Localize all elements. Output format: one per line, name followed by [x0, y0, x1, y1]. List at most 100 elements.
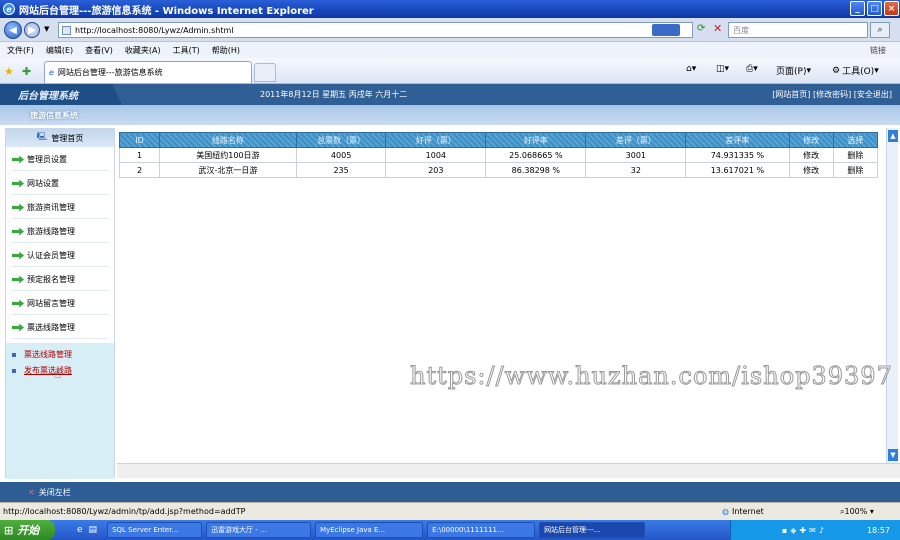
cell-route: 武汉-北京一日游 [159, 162, 297, 178]
sidebar-item-news[interactable]: 旅游资讯管理 [12, 197, 108, 219]
compatibility-icon[interactable] [652, 24, 680, 36]
tab-label: 网站后台管理---旅游信息系统 [57, 68, 163, 77]
minimize-button[interactable]: _ [850, 1, 865, 16]
feeds-icon[interactable]: ◫▾ [716, 64, 729, 74]
status-bar: http://localhost:8080/Lywz/admin/tp/add.… [0, 502, 900, 520]
cell-total: 4005 [295, 147, 387, 163]
cell-good: 203 [385, 162, 487, 178]
sidebar-item-label: 旅游线路管理 [27, 227, 75, 236]
links-label[interactable]: 链接 [870, 45, 886, 56]
back-button[interactable]: ◀ [4, 21, 22, 39]
address-text: http://localhost:8080/Lywz/Admin.shtml [75, 25, 234, 35]
favorites-star-icon[interactable]: ★ [4, 65, 14, 78]
edit-link[interactable]: 修改 [788, 162, 834, 178]
hand-cursor-icon: ☝ [54, 367, 62, 381]
tools-menu-label: 工具(O) [842, 67, 875, 77]
history-dropdown-icon[interactable]: ▼ [44, 25, 49, 33]
green-arrow-icon [12, 299, 24, 308]
sidebar-item-voting[interactable]: 票选线路管理 [12, 317, 108, 339]
add-favorites-icon[interactable]: ✚ [22, 65, 31, 78]
close-sidebar-bar[interactable]: ✕ 关闭左栏 [0, 482, 900, 502]
table-row: 2 武汉-北京一日游 235 203 86.38298 % 32 13.6170… [119, 162, 879, 178]
windows-logo-icon: ⊞ [4, 523, 14, 537]
menu-help[interactable]: 帮助(H) [212, 45, 240, 56]
scroll-down-icon[interactable]: ▼ [888, 449, 898, 461]
green-arrow-icon [12, 179, 24, 188]
menu-edit[interactable]: 编辑(E) [46, 45, 73, 56]
cell-bad-rate: 13.617021 % [685, 162, 790, 178]
vertical-scrollbar[interactable]: ▲ ▼ [886, 128, 898, 463]
task-sql-server[interactable]: SQL Server Enter... [107, 522, 203, 538]
close-button[interactable]: × [884, 1, 899, 16]
sidebar-item-label: 旅游资讯管理 [27, 203, 75, 212]
tray-icons[interactable]: ▪◈✚✉♪ [782, 526, 827, 535]
window-titlebar: e 网站后台管理---旅游信息系统 - Windows Internet Exp… [0, 0, 900, 18]
col-edit: 修改 [788, 132, 834, 148]
new-tab-button[interactable] [254, 63, 276, 82]
tools-menu[interactable]: ⚙ 工具(O) ▾ [832, 64, 879, 78]
table-row: 1 美国纽约100日游 4005 1004 25.068665 % 3001 7… [119, 147, 879, 163]
sidebar-item-members[interactable]: 认证会员管理 [12, 245, 108, 267]
refresh-icon[interactable]: ⟳ [697, 23, 705, 34]
maximize-button[interactable]: □ [867, 1, 882, 16]
cell-id: 2 [119, 162, 160, 178]
sidebar-item-label: 票选线路管理 [27, 323, 75, 332]
sublink-vote-publish[interactable]: 发布票选线路 [12, 365, 72, 376]
task-myeclipse[interactable]: MyEclipse Java E... [315, 522, 424, 538]
sidebar-item-admin[interactable]: 管理员设置 [12, 149, 108, 171]
sidebar-sublist: 票选线路管理 发布票选线路 ☝ [6, 343, 114, 479]
table-header-row: ID 线路名称 总票数（票） 好评（票） 好评率 差评（票） 差评率 修改 选择 [119, 132, 879, 148]
bullet-icon [12, 352, 16, 357]
sidebar-item-site[interactable]: 网站设置 [12, 173, 108, 195]
sidebar-item-bookings[interactable]: 预定报名管理 [12, 269, 108, 291]
zoom-control[interactable]: ⌕100% ▾ [840, 507, 874, 517]
sidebar-home[interactable]: 🖳 管理首页 [6, 129, 114, 147]
cell-good: 1004 [385, 147, 487, 163]
quicklaunch-ie-icon[interactable]: e [77, 525, 83, 535]
window-title: 网站后台管理---旅游信息系统 - Windows Internet Explo… [19, 5, 314, 17]
quicklaunch-folder-icon[interactable]: ▤ [89, 525, 98, 535]
task-ie-active[interactable]: 网站后台管理---... [539, 522, 646, 538]
menu-tools[interactable]: 工具(T) [173, 45, 200, 56]
tab-bar: ★ ✚ e 网站后台管理---旅游信息系统 ⌂▾ ◫▾ ⎙▾ 页面(P) ▾ ⚙ 工… [0, 58, 900, 84]
zoom-value: 100% [844, 507, 868, 516]
search-icon[interactable]: ⌕ [870, 22, 890, 38]
sidebar-home-label: 管理首页 [51, 133, 84, 143]
task-xunlei[interactable]: 迅雷游戏大厅 - ... [206, 522, 312, 538]
sidebar-item-routes[interactable]: 旅游线路管理 [12, 221, 108, 243]
delete-link[interactable]: 删除 [832, 147, 879, 163]
sidebar-item-label: 网站设置 [27, 179, 59, 188]
page-menu[interactable]: 页面(P) ▾ [776, 64, 811, 78]
system-tray: ▪◈✚✉♪ 18:57 [730, 520, 900, 540]
tab-ie-icon: e [49, 68, 54, 77]
green-arrow-icon [12, 251, 24, 260]
menu-file[interactable]: 文件(F) [7, 45, 34, 56]
col-select: 选择 [832, 132, 879, 148]
app-header: 后台管理系统 2011年8月12日 星期五 丙戌年 六月十二 [网站首页] [修… [0, 84, 900, 105]
status-url: http://localhost:8080/Lywz/admin/tp/add.… [3, 507, 246, 516]
sublink-label: 发布票选线路 [24, 366, 72, 375]
home-icon[interactable]: ⌂▾ [686, 64, 696, 74]
app-header-links[interactable]: [网站首页] [修改密码] [安全退出] [772, 89, 892, 100]
print-icon[interactable]: ⎙▾ [746, 64, 758, 74]
sidebar-item-messages[interactable]: 网站留言管理 [12, 293, 108, 315]
delete-link[interactable]: 删除 [832, 162, 879, 178]
forward-button[interactable]: ▶ [24, 22, 40, 38]
stop-icon[interactable]: ✕ [713, 22, 722, 35]
menu-bar: 文件(F) 编辑(E) 查看(V) 收藏夹(A) 工具(T) 帮助(H) 链接 [0, 42, 900, 58]
task-explorer[interactable]: E:\00000\1111111... [427, 522, 536, 538]
green-arrow-icon [12, 227, 24, 236]
vote-table: ID 线路名称 总票数（票） 好评（票） 好评率 差评（票） 差评率 修改 选择… [119, 132, 879, 178]
cell-total: 235 [295, 162, 387, 178]
sublink-vote-manage[interactable]: 票选线路管理 [12, 349, 72, 360]
scroll-up-icon[interactable]: ▲ [888, 130, 898, 142]
start-button[interactable]: ⊞ 开始 [0, 520, 55, 540]
address-input[interactable]: http://localhost:8080/Lywz/Admin.shtml [58, 22, 693, 38]
menu-favorites[interactable]: 收藏夹(A) [125, 45, 161, 56]
search-input[interactable]: 百度 [728, 22, 868, 38]
tab-active[interactable]: e 网站后台管理---旅游信息系统 [44, 61, 252, 83]
edit-link[interactable]: 修改 [788, 147, 834, 163]
green-arrow-icon [12, 203, 24, 212]
menu-view[interactable]: 查看(V) [85, 45, 113, 56]
page-icon [62, 26, 71, 35]
